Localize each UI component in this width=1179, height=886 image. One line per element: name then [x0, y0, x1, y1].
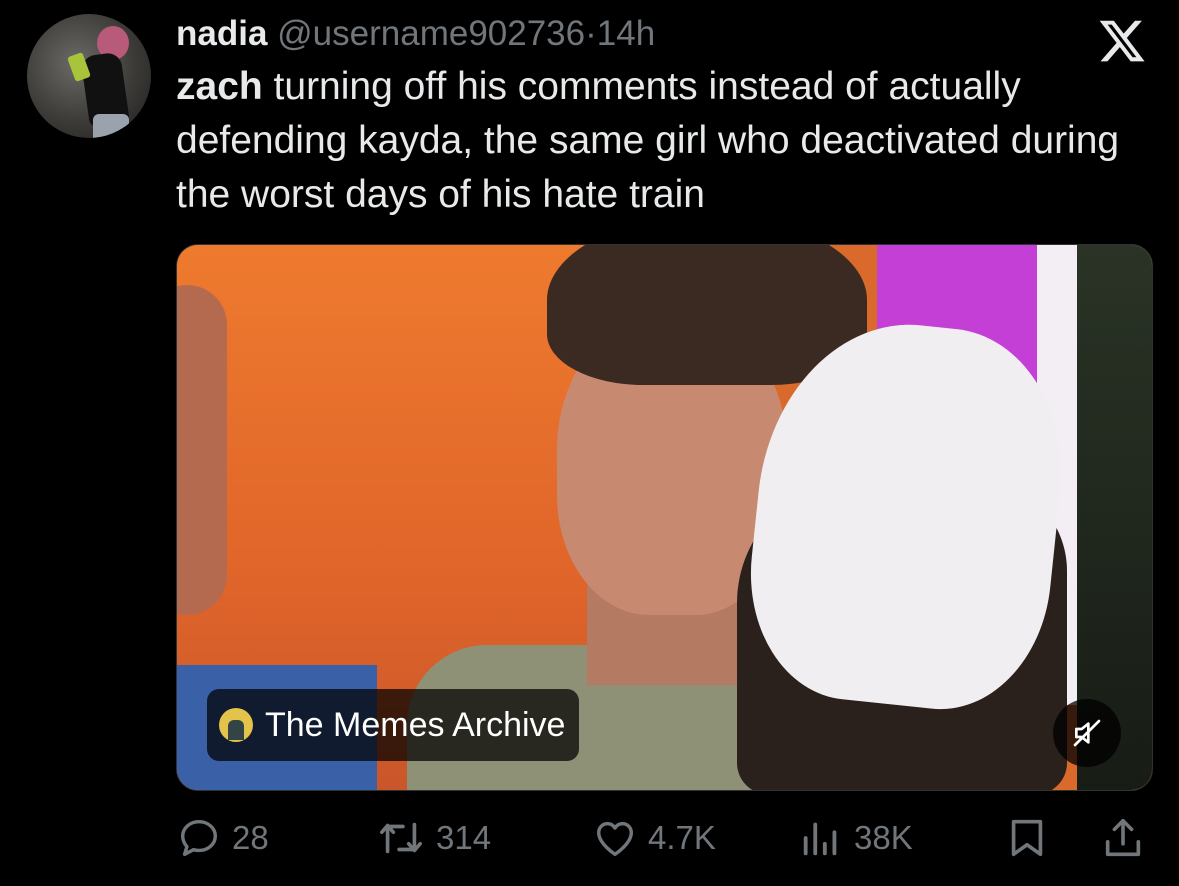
views-button[interactable]: 38K — [798, 810, 913, 866]
reply-icon — [180, 819, 218, 857]
x-logo-icon[interactable] — [1097, 16, 1147, 66]
reply-button[interactable]: 28 — [176, 810, 269, 866]
muted-speaker-icon — [1073, 719, 1101, 747]
like-count: 4.7K — [648, 819, 716, 856]
tweet-body: turning off his comments instead of actu… — [176, 65, 1120, 216]
video-source-attribution[interactable]: The Memes Archive — [207, 689, 580, 761]
tweet-actions: 28 314 4.7K 38K — [176, 810, 1151, 866]
reply-count: 28 — [232, 819, 269, 856]
mute-button[interactable] — [1053, 699, 1121, 767]
tweet-time[interactable]: 14h — [597, 14, 655, 53]
views-bar-icon — [803, 822, 837, 856]
retweet-button[interactable]: 314 — [376, 810, 491, 866]
author-name[interactable]: nadia — [176, 14, 267, 53]
share-button[interactable] — [1100, 810, 1146, 866]
mention-zach: zach — [176, 65, 263, 108]
video-left-person — [177, 285, 227, 615]
heart-icon — [596, 821, 634, 857]
bookmark-button[interactable] — [1004, 810, 1050, 866]
view-count: 38K — [854, 819, 913, 856]
author-handle[interactable]: @username902736 — [277, 14, 585, 53]
video-player[interactable]: The Memes Archive — [176, 244, 1153, 791]
like-button[interactable]: 4.7K — [592, 810, 716, 866]
tweet-text: zach turning off his comments instead of… — [176, 60, 1146, 222]
bookmark-icon — [1011, 819, 1043, 857]
source-label: The Memes Archive — [265, 705, 566, 744]
retweet-icon — [380, 822, 422, 854]
avatar-figure-leg — [93, 114, 129, 138]
tweet-header: nadia @username902736·14h — [176, 12, 655, 56]
memes-archive-avatar-icon — [219, 708, 253, 742]
share-icon — [1105, 818, 1141, 857]
retweet-count: 314 — [436, 819, 492, 856]
header-separator: · — [585, 14, 597, 53]
author-avatar[interactable] — [27, 14, 151, 138]
